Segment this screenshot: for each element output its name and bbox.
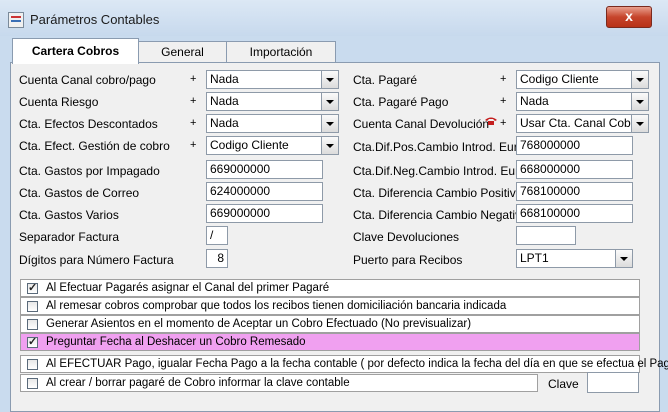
dif-pos-cambio-input[interactable]: 768000000: [516, 136, 633, 155]
cuenta-canal-cobro-label: Cuenta Canal cobro/pago: [19, 73, 156, 87]
clave-label: Clave: [548, 377, 579, 391]
separador-factura-label: Separador Factura: [19, 230, 120, 244]
cuenta-riesgo-label: Cuenta Riesgo: [19, 95, 99, 109]
canal-devolucion-select[interactable]: Usar Cta. Canal Cobro: [516, 114, 649, 133]
plus-button[interactable]: +: [190, 73, 196, 85]
option-label: Generar Asientos en el momento de Acepta…: [46, 318, 472, 330]
separador-factura-input[interactable]: /: [206, 226, 228, 245]
checkbox[interactable]: [27, 335, 38, 348]
gastos-impagado-label: Cta. Gastos por Impagado: [19, 164, 160, 178]
tab-cartera-cobros[interactable]: Cartera Cobros: [12, 38, 139, 64]
option-label: Preguntar Fecha al Deshacer un Cobro Rem…: [46, 336, 306, 348]
cta-pagare-pago-label: Cta. Pagaré Pago: [353, 95, 449, 109]
window-title: Parámetros Contables: [30, 12, 160, 27]
option-label: Al EFECTUAR Pago, igualar Fecha Pago a l…: [46, 358, 668, 370]
dif-cambio-negativa-input[interactable]: 668100000: [516, 204, 633, 223]
checkbox[interactable]: [27, 378, 38, 389]
chevron-down-icon[interactable]: [321, 115, 338, 132]
checkbox[interactable]: [27, 281, 38, 294]
telephone-icon[interactable]: [484, 116, 498, 126]
gestion-cobro-select[interactable]: Codigo Cliente: [206, 136, 339, 155]
canal-devolucion-label: Cuenta Canal Devolución: [353, 117, 490, 131]
chevron-down-icon[interactable]: [631, 71, 648, 88]
puerto-recibos-label: Puerto para Recibos: [353, 253, 463, 267]
option-label: Al remesar cobros comprobar que todos lo…: [46, 300, 507, 312]
option-row[interactable]: Generar Asientos en el momento de Acepta…: [20, 315, 640, 333]
chevron-down-icon[interactable]: [631, 115, 648, 132]
option-label: Al crear / borrar pagaré de Cobro inform…: [46, 377, 350, 389]
chevron-down-icon[interactable]: [321, 93, 338, 110]
plus-button[interactable]: +: [190, 117, 196, 129]
cta-pagare-select[interactable]: Codigo Cliente: [516, 70, 649, 89]
digitos-factura-input[interactable]: 8: [206, 249, 228, 268]
checkbox[interactable]: [27, 319, 38, 330]
cta-pagare-label: Cta. Pagaré: [353, 73, 418, 87]
digitos-factura-label: Dígitos para Número Factura: [19, 253, 174, 267]
dif-neg-cambio-input[interactable]: 668000000: [516, 160, 633, 179]
dif-cambio-positiva-input[interactable]: 768100000: [516, 182, 633, 201]
efectos-descontados-label: Cta. Efectos Descontados: [19, 117, 158, 131]
selected-value: Codigo Cliente: [210, 138, 289, 152]
selected-value: Nada: [210, 94, 239, 108]
gastos-impagado-input[interactable]: 669000000: [206, 160, 323, 179]
selected-value: Nada: [210, 116, 239, 130]
gastos-varios-input[interactable]: 669000000: [206, 204, 323, 223]
selected-value: Codigo Cliente: [520, 72, 599, 86]
plus-button[interactable]: +: [500, 95, 506, 107]
selected-value: LPT1: [520, 251, 549, 265]
option-row[interactable]: Al remesar cobros comprobar que todos lo…: [20, 297, 640, 315]
puerto-recibos-select[interactable]: LPT1: [516, 249, 633, 268]
chevron-down-icon[interactable]: [615, 250, 632, 267]
close-button[interactable]: x: [606, 6, 652, 28]
cuenta-canal-cobro-select[interactable]: Nada: [206, 70, 339, 89]
plus-button[interactable]: +: [500, 73, 506, 85]
chevron-down-icon[interactable]: [321, 71, 338, 88]
chevron-down-icon[interactable]: [321, 137, 338, 154]
option-label: Al Efectuar Pagarés asignar el Canal del…: [46, 282, 330, 294]
tab-importacion[interactable]: Importación: [226, 41, 336, 62]
clave-devoluciones-label: Clave Devoluciones: [353, 230, 460, 244]
cuenta-riesgo-select[interactable]: Nada: [206, 92, 339, 111]
plus-button[interactable]: +: [190, 95, 196, 107]
tab-general[interactable]: General: [137, 41, 228, 62]
clave-input[interactable]: [587, 372, 639, 393]
chevron-down-icon[interactable]: [631, 93, 648, 110]
option-row[interactable]: Al EFECTUAR Pago, igualar Fecha Pago a l…: [20, 355, 668, 373]
title-bar: Parámetros Contables x: [0, 0, 668, 36]
gastos-correo-label: Cta. Gastos de Correo: [19, 186, 140, 200]
plus-button[interactable]: +: [500, 117, 506, 129]
gestion-cobro-label: Cta. Efect. Gestión de cobro: [19, 139, 170, 153]
option-row[interactable]: Al Efectuar Pagarés asignar el Canal del…: [20, 279, 640, 297]
checkbox[interactable]: [27, 359, 38, 370]
efectos-descontados-select[interactable]: Nada: [206, 114, 339, 133]
checkbox[interactable]: [27, 301, 38, 312]
gastos-varios-label: Cta. Gastos Varios: [19, 208, 119, 222]
dif-cambio-positiva-label: Cta. Diferencia Cambio Positiva: [353, 186, 523, 200]
selected-value: Nada: [210, 72, 239, 86]
selected-value: Usar Cta. Canal Cobro: [520, 116, 642, 130]
option-row[interactable]: Al crear / borrar pagaré de Cobro inform…: [20, 374, 538, 392]
gastos-correo-input[interactable]: 624000000: [206, 182, 323, 201]
selected-value: Nada: [520, 94, 549, 108]
app-icon: [8, 12, 24, 28]
dif-pos-cambio-label: Cta.Dif.Pos.Cambio Introd. Euro: [353, 140, 525, 154]
clave-devoluciones-input[interactable]: [516, 226, 576, 245]
plus-button[interactable]: +: [190, 139, 196, 151]
dif-cambio-negativa-label: Cta. Diferencia Cambio Negativa: [353, 208, 528, 222]
option-row-highlighted[interactable]: Preguntar Fecha al Deshacer un Cobro Rem…: [20, 333, 640, 351]
dif-neg-cambio-label: Cta.Dif.Neg.Cambio Introd. Euro: [353, 164, 526, 178]
cta-pagare-pago-select[interactable]: Nada: [516, 92, 649, 111]
